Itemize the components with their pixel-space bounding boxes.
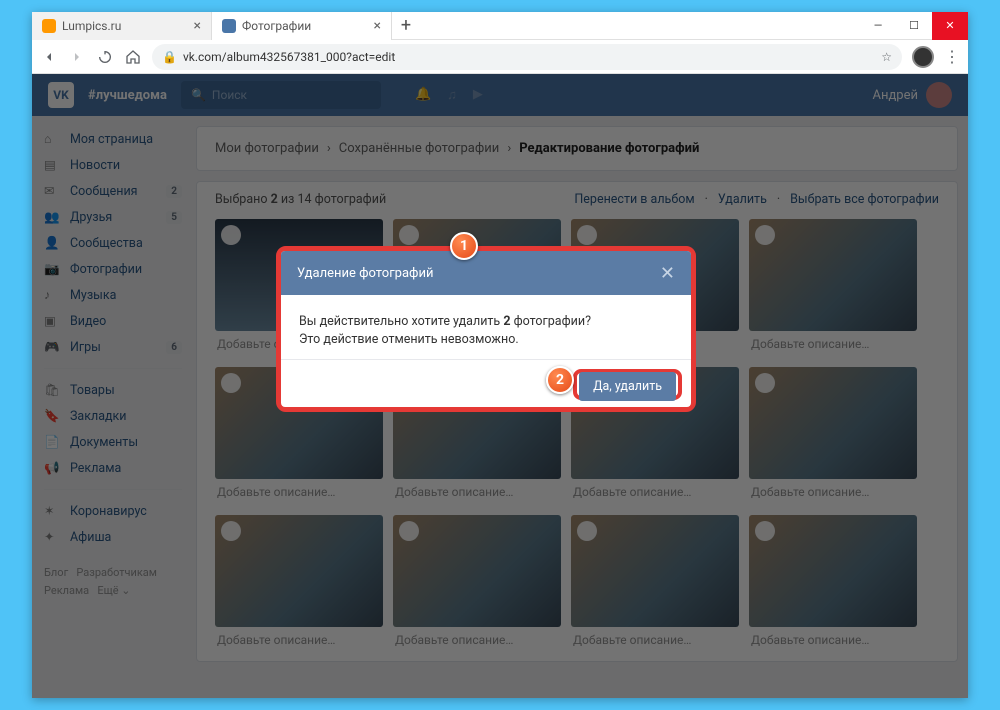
vk-app: VK #лучшедома 🔍 Поиск 🔔 ♫ ▶ Андрей ⌂Моя … bbox=[32, 74, 968, 698]
close-icon[interactable]: × bbox=[194, 18, 201, 34]
star-icon[interactable]: ☆ bbox=[881, 50, 892, 64]
tab-strip: Lumpics.ru × Фотографии × + bbox=[32, 12, 860, 40]
modal-footer: Отмена Да, удалить bbox=[281, 359, 691, 407]
tab-vk-photos[interactable]: Фотографии × bbox=[212, 12, 392, 40]
modal-title: Удаление фотографий bbox=[297, 266, 433, 281]
url-input[interactable]: 🔒 vk.com/album432567381_000?act=edit ☆ bbox=[152, 44, 902, 70]
close-icon[interactable]: × bbox=[374, 18, 381, 34]
annotation-callout-2: 2 bbox=[546, 366, 574, 394]
url-text: vk.com/album432567381_000?act=edit bbox=[183, 50, 395, 64]
browser-window: Lumpics.ru × Фотографии × + — ☐ ✕ 🔒 vk.c… bbox=[32, 12, 968, 698]
window-controls: — ☐ ✕ bbox=[860, 12, 968, 40]
maximize-button[interactable]: ☐ bbox=[896, 12, 932, 40]
favicon bbox=[222, 19, 236, 33]
tab-title: Lumpics.ru bbox=[62, 19, 121, 33]
delete-modal: Удаление фотографий ✕ Вы действительно х… bbox=[281, 251, 691, 407]
confirm-delete-button[interactable]: Да, удалить bbox=[579, 372, 676, 401]
new-tab-button[interactable]: + bbox=[392, 12, 420, 40]
close-icon[interactable]: ✕ bbox=[660, 263, 675, 284]
titlebar: Lumpics.ru × Фотографии × + — ☐ ✕ bbox=[32, 12, 968, 40]
annotation-highlight-2: Да, удалить bbox=[573, 369, 682, 400]
annotation-highlight-1: Удаление фотографий ✕ Вы действительно х… bbox=[276, 246, 696, 412]
home-button[interactable] bbox=[124, 48, 142, 66]
modal-body: Вы действительно хотите удалить 2 фотогр… bbox=[281, 295, 691, 359]
annotation-callout-1: 1 bbox=[450, 232, 478, 260]
favicon bbox=[42, 19, 56, 33]
tab-title: Фотографии bbox=[242, 19, 311, 33]
profile-avatar[interactable] bbox=[912, 46, 934, 68]
address-bar: 🔒 vk.com/album432567381_000?act=edit ☆ ⋮ bbox=[32, 40, 968, 74]
reload-button[interactable] bbox=[96, 48, 114, 66]
forward-button[interactable] bbox=[68, 48, 86, 66]
tab-lumpics[interactable]: Lumpics.ru × bbox=[32, 12, 212, 40]
close-window-button[interactable]: ✕ bbox=[932, 12, 968, 40]
minimize-button[interactable]: — bbox=[860, 12, 896, 40]
menu-button[interactable]: ⋮ bbox=[944, 47, 960, 66]
lock-icon: 🔒 bbox=[162, 50, 177, 64]
modal-header: Удаление фотографий ✕ bbox=[281, 251, 691, 295]
back-button[interactable] bbox=[40, 48, 58, 66]
